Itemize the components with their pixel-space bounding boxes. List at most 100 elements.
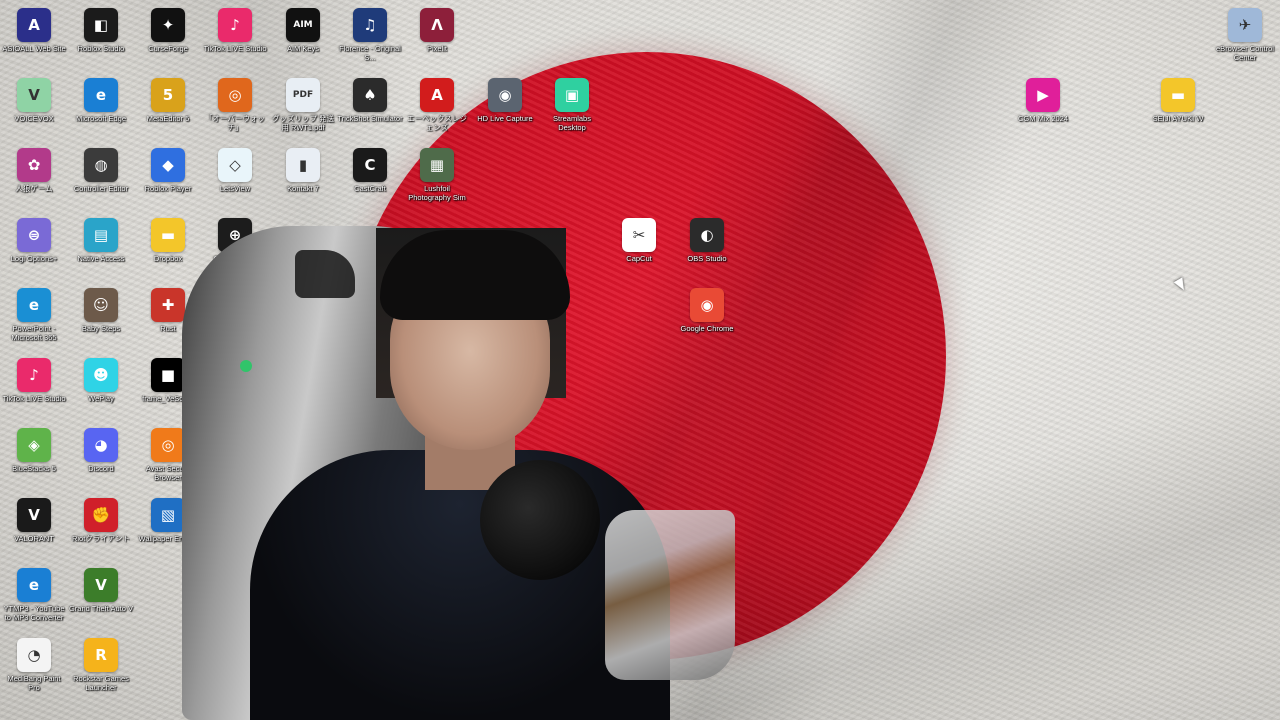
desktop-icon-label: Microsoft Edge [75, 114, 127, 123]
desktop-icon[interactable]: ◧ Roblox Studio [67, 4, 135, 70]
app-icon: ◆ [151, 148, 185, 182]
app-icon: V [17, 498, 51, 532]
desktop-icon[interactable]: ✈ eBrowser Control Center [1211, 4, 1279, 70]
desktop-icon[interactable]: ◉ HD Live Capture [471, 74, 539, 140]
app-icon: ♪ [218, 8, 252, 42]
app-icon: ◍ [84, 148, 118, 182]
desktop-icon[interactable]: ▬ SEIJI AYUKI W [1144, 74, 1212, 140]
desktop-icon-label: VALORANT [14, 534, 54, 543]
desktop-icon-label: YTMP3 - YouTube to MP3 Converter [3, 604, 65, 622]
app-icon: AIM [286, 8, 320, 42]
desktop-icon-label: TrickShot Simulator [337, 114, 403, 123]
app-icon: V [17, 78, 51, 112]
desktop-icon-label: Roblox Studio [77, 44, 125, 53]
app-icon: ▦ [420, 148, 454, 182]
desktop-icon-label: CurseForge [148, 44, 188, 53]
app-icon: ♫ [353, 8, 387, 42]
desktop-icon-label: TikTok LIVE Studio [2, 394, 66, 403]
desktop-icon-label: ASIOALL Web Site [2, 44, 66, 53]
desktop-icon[interactable]: e Microsoft Edge [67, 74, 135, 140]
desktop-icon-label: Lushfoil Photography Sim [408, 184, 466, 202]
desktop-icon-label: Streamlabs Desktop [553, 114, 591, 132]
desktop-icon[interactable]: C CastCraft [336, 144, 404, 210]
app-icon: e [84, 78, 118, 112]
desktop-icon[interactable]: V VALORANT [0, 494, 68, 560]
desktop-icon-label: CGM Mix 2024 [1017, 114, 1068, 123]
desktop-icon[interactable]: ♪ TikTok LIVE Studio [0, 354, 68, 420]
desktop-icon-label: Florence - Original S... [339, 44, 401, 62]
desktop-icon[interactable]: ▣ Streamlabs Desktop [538, 74, 606, 140]
desktop-icon[interactable]: ◇ LetsView [201, 144, 269, 210]
microphone [480, 460, 600, 580]
desktop-icon-label: Kontakt 7 [287, 184, 319, 193]
app-icon: ◈ [17, 428, 51, 462]
desktop-icon-label: Roblox Player [144, 184, 192, 193]
desktop-icon[interactable]: ▶ CGM Mix 2024 [1009, 74, 1077, 140]
app-icon: A [17, 8, 51, 42]
app-icon: ◔ [17, 638, 51, 672]
desktop-icon-label: Controller Editor [73, 184, 129, 193]
desktop-icon[interactable]: ▦ Lushfoil Photography Sim [403, 144, 471, 210]
desktop-icon-label: VOICEVOX [14, 114, 54, 123]
desktop-icon-label: MediBang Paint Pro [7, 674, 61, 692]
desktop-icon[interactable]: e YTMP3 - YouTube to MP3 Converter [0, 564, 68, 630]
app-icon: ⊜ [17, 218, 51, 252]
desktop-icon[interactable]: ✦ CurseForge [134, 4, 202, 70]
desktop-icon[interactable]: ◍ Controller Editor [67, 144, 135, 210]
desktop-icon-label: CastCraft [354, 184, 386, 193]
desktop-icon-label: HD Live Capture [477, 114, 533, 123]
app-icon: e [17, 288, 51, 322]
app-icon: ✈ [1228, 8, 1262, 42]
desktop-icon-label: PowerPoint - Microsoft 365 [11, 324, 57, 342]
desktop-icon[interactable]: PDF グッズリップ 発送用 RWT1.pdf [269, 74, 337, 140]
desktop-icon[interactable]: ♠ TrickShot Simulator [336, 74, 404, 140]
desktop-icon-label: 人狼ゲーム [15, 184, 53, 193]
desktop-icon[interactable]: ◈ BlueStacks 5 [0, 424, 68, 490]
app-icon: 5 [151, 78, 185, 112]
desktop-icon[interactable]: e PowerPoint - Microsoft 365 [0, 284, 68, 350]
app-icon: C [353, 148, 387, 182]
app-icon: ✿ [17, 148, 51, 182]
desktop-icon[interactable]: V VOICEVOX [0, 74, 68, 140]
app-icon: ♠ [353, 78, 387, 112]
app-icon: ◎ [218, 78, 252, 112]
desktop-icon[interactable]: ⊜ Logi Options+ [0, 214, 68, 280]
desktop[interactable]: A ASIOALL Web Site ◧ Roblox Studio ✦ CurseFor… [0, 0, 1280, 720]
app-icon: ▮ [286, 148, 320, 182]
app-icon: ▣ [555, 78, 589, 112]
desktop-icon-label: Pixelit [426, 44, 447, 53]
desktop-icon-label: TikTok LIVE Studio [203, 44, 267, 53]
desktop-icon-label: MetaEditor 5 [146, 114, 190, 123]
desktop-icon-label: AIM Keys [286, 44, 320, 53]
desktop-icon-label: Logi Options+ [10, 254, 58, 263]
app-icon: e [17, 568, 51, 602]
webcam-overlay [100, 210, 740, 720]
desktop-icon-label: グッズリップ 発送用 RWT1.pdf [271, 114, 335, 132]
desktop-icon-label: BlueStacks 5 [12, 464, 56, 473]
streamer-hair [380, 230, 570, 320]
desktop-icon[interactable]: AIM AIM Keys [269, 4, 337, 70]
app-icon: ◉ [488, 78, 522, 112]
desktop-icon-label: SEIJI AYUKI W [1152, 114, 1204, 123]
desktop-icon[interactable]: ◎ 「オーバーウォッチ」 [201, 74, 269, 140]
desktop-icon[interactable]: A エーペックスレジェンズ [403, 74, 471, 140]
app-icon: ▬ [1161, 78, 1195, 112]
app-icon: ✦ [151, 8, 185, 42]
desktop-icon[interactable]: A ASIOALL Web Site [0, 4, 68, 70]
desktop-icon[interactable]: 5 MetaEditor 5 [134, 74, 202, 140]
desktop-icon[interactable]: ♫ Florence - Original S... [336, 4, 404, 70]
desktop-icon-label: 「オーバーウォッチ」 [205, 114, 265, 132]
desktop-icon-label: LetsView [219, 184, 251, 193]
desktop-icon[interactable]: ✿ 人狼ゲーム [0, 144, 68, 210]
chair-led [240, 360, 252, 372]
desk-clutter [605, 510, 735, 680]
app-icon: A [420, 78, 454, 112]
desktop-icon[interactable]: ◆ Roblox Player [134, 144, 202, 210]
desktop-icon[interactable]: ◔ MediBang Paint Pro [0, 634, 68, 700]
desktop-icon[interactable]: ▮ Kontakt 7 [269, 144, 337, 210]
app-icon: Λ [420, 8, 454, 42]
desktop-icon[interactable]: Λ Pixelit [403, 4, 471, 70]
app-icon: ◇ [218, 148, 252, 182]
desktop-icon-label: eBrowser Control Center [1216, 44, 1274, 62]
desktop-icon[interactable]: ♪ TikTok LIVE Studio [201, 4, 269, 70]
